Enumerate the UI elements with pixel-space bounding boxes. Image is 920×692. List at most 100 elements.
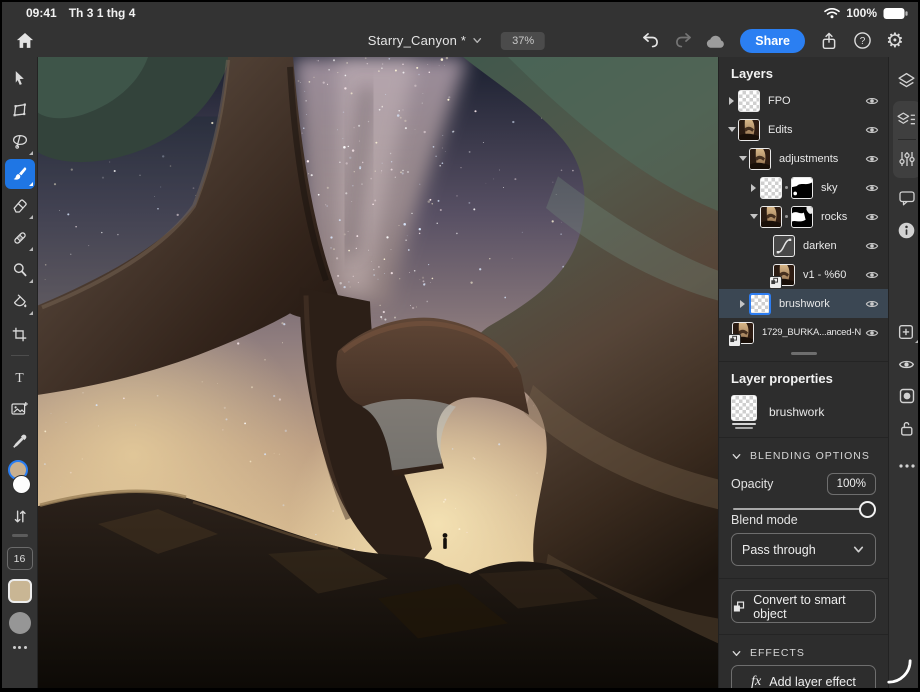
move-tool[interactable] (5, 62, 35, 94)
add-layer-effect-button[interactable]: fx Add layer effect (731, 665, 876, 688)
layers-panel-tab[interactable] (893, 106, 919, 134)
crop-tool[interactable] (5, 318, 35, 350)
expand-arrow-icon[interactable] (751, 184, 756, 192)
layers-more-button[interactable] (893, 452, 919, 480)
swap-colors-button[interactable] (5, 505, 35, 527)
layer-thumbnail (749, 293, 771, 315)
cloud-sync-button[interactable] (703, 28, 729, 54)
visibility-eye-icon[interactable] (861, 210, 888, 224)
panel-drag-handle[interactable] (791, 352, 817, 355)
zoom-level-badge[interactable]: 37% (501, 32, 545, 50)
color-wells[interactable] (5, 460, 35, 502)
healing-brush-tool[interactable] (5, 222, 35, 254)
layer-visibility-button[interactable] (893, 350, 919, 378)
layer-row-v1[interactable]: v1 - %60 (719, 260, 888, 289)
visibility-eye-icon[interactable] (861, 297, 888, 311)
brush-tool[interactable] (5, 159, 35, 189)
canvas[interactable] (38, 57, 718, 688)
title-chevron-icon[interactable] (472, 35, 483, 46)
layer-thumbnail (749, 148, 771, 170)
layer-name: 1729_BURKA...anced-NR33 (762, 327, 861, 338)
convert-smart-object-button[interactable]: Convert to smart object (731, 590, 876, 623)
group-stack-icon (731, 423, 757, 429)
layers-stack-icon (897, 72, 916, 90)
brush-opacity-chip[interactable] (9, 612, 31, 634)
visibility-eye-icon[interactable] (861, 94, 888, 108)
expand-arrow-icon[interactable] (740, 300, 745, 308)
info-button[interactable] (893, 216, 919, 244)
lock-layer-button[interactable] (893, 414, 919, 442)
layer-row-fpo[interactable]: FPO (719, 86, 888, 115)
visibility-eye-icon[interactable] (861, 239, 888, 253)
share-button[interactable]: Share (740, 29, 805, 53)
paint-bucket-tool[interactable] (5, 286, 35, 318)
app-bar: Starry_Canyon * 37% (2, 24, 918, 57)
mask-thumbnail (791, 177, 813, 199)
layer-row-rocks[interactable]: rocks (719, 202, 888, 231)
brush-color-chip[interactable] (8, 579, 32, 603)
background-color-well[interactable] (12, 475, 31, 494)
svg-text:?: ? (859, 36, 865, 47)
healing-brush-tool-icon (12, 230, 28, 246)
visibility-eye-icon[interactable] (861, 326, 888, 340)
layer-row-edits[interactable]: Edits (719, 115, 888, 144)
visibility-eye-icon[interactable] (861, 268, 888, 282)
help-button[interactable]: ? (849, 28, 875, 54)
layers-stack-tab[interactable] (893, 67, 919, 95)
submenu-indicator (29, 151, 33, 155)
home-button[interactable] (12, 28, 38, 54)
layer-row-darken[interactable]: darken (719, 231, 888, 260)
visibility-eye-icon[interactable] (861, 123, 888, 137)
document-title[interactable]: Starry_Canyon * (368, 33, 466, 48)
smart-object-icon (732, 600, 745, 614)
opacity-value-field[interactable]: 100% (827, 473, 876, 495)
export-button[interactable] (816, 28, 842, 54)
blending-options-section[interactable]: BLENDING OPTIONS (719, 438, 888, 468)
toolbar-more-button[interactable] (13, 646, 27, 649)
expand-arrow-icon[interactable] (729, 97, 734, 105)
layer-row-adjustments[interactable]: adjustments (719, 144, 888, 173)
eyedropper-tool[interactable] (5, 425, 35, 457)
cloud-sync-icon (705, 33, 727, 49)
layer-name: darken (803, 240, 861, 252)
submenu-indicator (915, 339, 919, 343)
layer-row-brushwork[interactable]: brushwork (719, 289, 888, 318)
layer-name: Edits (768, 124, 861, 136)
more-ellipsis-icon (899, 464, 915, 468)
visibility-eye-icon[interactable] (861, 181, 888, 195)
add-layer-button[interactable] (893, 318, 919, 346)
undo-button[interactable] (637, 28, 663, 54)
settings-button[interactable]: ⚙ (882, 28, 908, 54)
collapse-arrow-icon[interactable] (728, 127, 736, 132)
add-mask-button[interactable] (893, 382, 919, 410)
visibility-eye-icon[interactable] (861, 152, 888, 166)
layer-thumbnail (760, 206, 782, 228)
add-mask-icon (898, 387, 916, 405)
blend-mode-dropdown[interactable]: Pass through (731, 533, 876, 566)
layer-thumbnail (738, 119, 760, 141)
type-tool[interactable]: T (5, 361, 35, 393)
redo-button[interactable] (670, 28, 696, 54)
layers-panel-title: Layers (719, 57, 888, 86)
corner-gesture-arc (886, 658, 912, 684)
effects-section[interactable]: EFFECTS (719, 635, 888, 665)
smart-object-thumbnail (732, 322, 754, 344)
layer-row-sky[interactable]: sky (719, 173, 888, 202)
properties-panel-tab[interactable] (893, 145, 919, 173)
eraser-tool[interactable] (5, 190, 35, 222)
opacity-slider-handle[interactable] (859, 501, 876, 518)
toolbar-drag-handle[interactable] (12, 534, 28, 537)
layer-row-1729[interactable]: 1729_BURKA...anced-NR33 (719, 318, 888, 347)
properties-sliders-icon (898, 150, 916, 168)
smart-object-thumbnail (773, 264, 795, 286)
brush-size-field[interactable]: 16 (7, 547, 33, 570)
comments-button[interactable] (893, 184, 919, 212)
collapse-arrow-icon[interactable] (750, 214, 758, 219)
lasso-tool[interactable] (5, 126, 35, 158)
transform-tool[interactable] (5, 94, 35, 126)
clone-stamp-tool[interactable] (5, 254, 35, 286)
collapse-arrow-icon[interactable] (739, 156, 747, 161)
eyedropper-tool-icon (12, 433, 28, 449)
layer-name: rocks (821, 211, 861, 223)
place-image-tool[interactable] (5, 393, 35, 425)
